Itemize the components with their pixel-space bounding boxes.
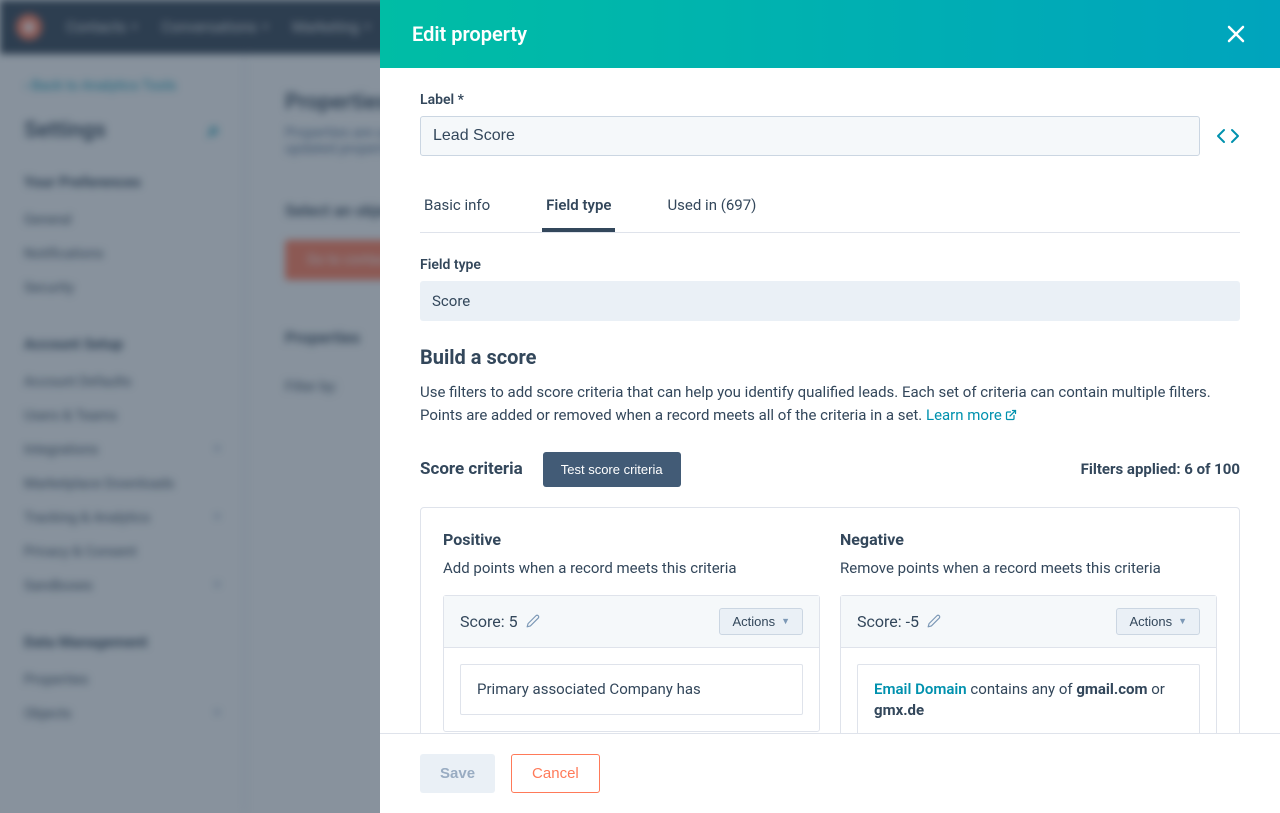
negative-desc: Remove points when a record meets this c…: [840, 559, 1217, 577]
external-link-icon: [1005, 409, 1017, 421]
positive-criteria-box[interactable]: Primary associated Company has: [460, 664, 803, 716]
positive-desc: Add points when a record meets this crit…: [443, 559, 820, 577]
negative-score[interactable]: Score: -5: [857, 612, 941, 631]
learn-more-link[interactable]: Learn more: [926, 406, 1017, 424]
negative-title: Negative: [840, 530, 1217, 549]
panel-title: Edit property: [412, 22, 527, 46]
negative-actions-dropdown[interactable]: Actions▼: [1116, 608, 1200, 635]
negative-criteria-card: Score: -5 Actions▼ Email Domain contains…: [840, 595, 1217, 734]
build-score-heading: Build a score: [420, 345, 1240, 369]
negative-criteria-box[interactable]: Email Domain contains any of gmail.com o…: [857, 664, 1200, 734]
positive-score[interactable]: Score: 5: [460, 612, 540, 631]
score-criteria-title: Score criteria: [420, 459, 523, 479]
edit-property-panel: Edit property Label * Basic info Field t…: [380, 0, 1280, 813]
positive-criteria-card: Score: 5 Actions▼ Primary associated Com…: [443, 595, 820, 733]
build-score-help: Use filters to add score criteria that c…: [420, 381, 1240, 428]
tab-basic-info[interactable]: Basic info: [420, 184, 494, 232]
field-type-label: Field type: [420, 257, 1240, 273]
tab-field-type[interactable]: Field type: [542, 184, 615, 232]
close-icon[interactable]: [1224, 22, 1248, 46]
label-input[interactable]: [420, 116, 1200, 156]
cancel-button[interactable]: Cancel: [511, 754, 600, 793]
filters-applied-text: Filters applied: 6 of 100: [1081, 460, 1240, 478]
test-score-criteria-button[interactable]: Test score criteria: [543, 452, 681, 487]
positive-title: Positive: [443, 530, 820, 549]
negative-column: Negative Remove points when a record mee…: [840, 530, 1217, 734]
code-icon[interactable]: [1216, 124, 1240, 148]
tab-used-in[interactable]: Used in (697): [663, 184, 760, 232]
label-field-label: Label *: [420, 92, 1240, 108]
pencil-icon: [927, 614, 941, 628]
save-button[interactable]: Save: [420, 754, 495, 793]
property-tabs: Basic info Field type Used in (697): [420, 184, 1240, 233]
field-type-value: Score: [420, 281, 1240, 321]
positive-column: Positive Add points when a record meets …: [443, 530, 820, 734]
pencil-icon: [526, 614, 540, 628]
positive-actions-dropdown[interactable]: Actions▼: [719, 608, 803, 635]
panel-header: Edit property: [380, 0, 1280, 68]
panel-footer: Save Cancel: [380, 733, 1280, 813]
criteria-columns: Positive Add points when a record meets …: [420, 507, 1240, 734]
